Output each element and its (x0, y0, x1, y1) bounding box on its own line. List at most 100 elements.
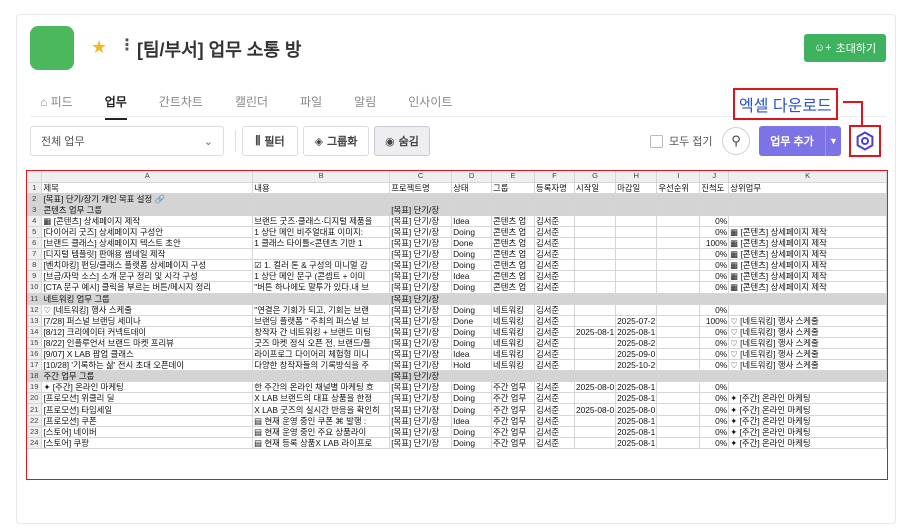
row-number[interactable]: 1 (27, 182, 43, 194)
table-cell[interactable]: Doing (451, 426, 493, 438)
table-cell[interactable] (574, 370, 617, 383)
table-cell[interactable]: 그룹 (491, 182, 535, 194)
table-cell[interactable]: 1 클래스 타이틀<콘텐츠 기반 1 (252, 237, 391, 250)
table-cell[interactable]: 굿즈 마켓 정식 오픈 전, 브랜드/플 (252, 337, 391, 350)
row-number[interactable]: 21 (27, 403, 43, 416)
column-letter[interactable]: J (699, 171, 730, 183)
table-cell[interactable]: 네트워킹 (491, 304, 535, 316)
table-cell[interactable]: [목표] 단기/장 (389, 226, 453, 239)
table-cell[interactable] (699, 193, 730, 205)
table-cell[interactable]: ♡ [네트워킹] 행사 스케줄 (728, 326, 887, 338)
table-cell[interactable]: 2025-08-2 (615, 337, 658, 350)
table-cell[interactable] (656, 226, 701, 239)
table-cell[interactable]: [목표] 단기/장 (389, 326, 453, 338)
table-cell[interactable]: 라이프로그 다이어리 체험형 미니 (252, 348, 391, 361)
table-cell[interactable]: Doing (451, 304, 493, 316)
table-cell[interactable]: 주간 업무 (491, 381, 535, 394)
table-cell[interactable]: 시작일 (574, 182, 617, 194)
table-cell[interactable]: 콘텐츠 업 (491, 259, 535, 272)
row-number[interactable]: 24 (27, 437, 43, 449)
table-cell[interactable]: 2025-07-2 (615, 315, 658, 327)
table-cell[interactable] (615, 370, 658, 383)
table-cell[interactable] (656, 304, 701, 316)
table-cell[interactable] (656, 204, 701, 216)
table-cell[interactable]: 1 상단 메인 문구 (콘셉트 + 이미 (252, 270, 391, 283)
table-cell[interactable]: 콘텐츠 업 (491, 270, 535, 283)
table-cell[interactable]: ♡ [네트워킹] 행사 스케줄 (728, 315, 887, 327)
table-cell[interactable] (656, 193, 701, 205)
table-cell[interactable]: 김서준 (534, 237, 575, 250)
table-cell[interactable]: [7/28] 퍼스널 브랜딩 세미나 (41, 315, 254, 327)
table-cell[interactable]: ▦ [콘텐츠] 상세페이지 제작 (728, 270, 887, 283)
table-cell[interactable]: 100% (699, 315, 730, 327)
table-cell[interactable]: 1 상단 메인 비주얼대표 이미지: (252, 226, 391, 239)
row-number[interactable]: 18 (27, 370, 43, 383)
table-cell[interactable]: Doing (451, 259, 493, 272)
table-cell[interactable]: 2025-08-0 (615, 403, 658, 416)
table-cell[interactable] (656, 426, 701, 438)
table-cell[interactable] (656, 370, 701, 383)
table-cell[interactable] (615, 270, 658, 283)
table-cell[interactable]: ☑ 1. 컬러 톤 & 구성의 미니멀 감 (252, 259, 391, 272)
column-letter[interactable]: F (534, 171, 575, 183)
table-cell[interactable] (252, 193, 391, 205)
table-cell[interactable]: [목표] 단기/장 (389, 359, 453, 372)
table-cell[interactable]: 주간 업무 (491, 426, 535, 438)
table-cell[interactable] (451, 204, 493, 216)
table-cell[interactable]: 2025-08-1 (615, 326, 658, 338)
table-cell[interactable]: 네트워킹 (491, 337, 535, 350)
table-cell[interactable] (615, 215, 658, 227)
table-cell[interactable]: X LAB 굿즈의 실시간 반응을 확인히 (252, 403, 391, 416)
table-cell[interactable]: [목표] 단기/장 (389, 403, 453, 416)
table-cell[interactable]: 김서준 (534, 403, 575, 416)
table-cell[interactable] (728, 381, 887, 394)
table-cell[interactable] (615, 293, 658, 305)
table-cell[interactable] (252, 293, 391, 305)
table-cell[interactable] (728, 293, 887, 305)
table-cell[interactable] (451, 293, 493, 305)
table-cell[interactable]: 0% (699, 415, 730, 427)
table-cell[interactable]: 김서준 (534, 437, 575, 449)
table-cell[interactable]: ♡ [네트워킹] 행사 스케줄 (41, 304, 254, 316)
table-cell[interactable] (656, 270, 701, 283)
table-cell[interactable]: 2025-10-2 (615, 359, 658, 372)
table-cell[interactable]: ▦ [콘텐츠] 상세페이지 제작 (728, 237, 887, 250)
table-cell[interactable]: 제목 (41, 182, 254, 194)
row-number[interactable]: 22 (27, 415, 43, 427)
table-cell[interactable]: 0% (699, 437, 730, 449)
table-cell[interactable]: Idea (451, 215, 493, 227)
table-cell[interactable]: Doing (451, 248, 493, 261)
table-cell[interactable]: 0% (699, 248, 730, 261)
table-cell[interactable]: 김서준 (534, 248, 575, 261)
column-letter[interactable]: A (41, 171, 254, 183)
table-cell[interactable]: [목표] 단기/장기 개인 목표 설정 🔗 (41, 193, 254, 205)
table-cell[interactable]: Hold (451, 359, 493, 372)
fold-all-checkbox[interactable] (650, 134, 663, 148)
table-cell[interactable] (574, 259, 617, 272)
table-cell[interactable] (491, 204, 535, 216)
table-cell[interactable]: [디지털 템플릿] 판매용 썸네일 제작 (41, 248, 254, 261)
table-cell[interactable] (656, 348, 701, 361)
table-cell[interactable] (699, 293, 730, 305)
row-number[interactable]: 3 (27, 204, 43, 216)
table-cell[interactable]: 김서준 (534, 315, 575, 327)
row-number[interactable]: 19 (27, 381, 43, 394)
table-cell[interactable]: [목표] 단기/장 (389, 381, 453, 394)
table-cell[interactable]: Doing (451, 281, 493, 294)
table-cell[interactable]: 김서준 (534, 359, 575, 372)
table-cell[interactable]: 김서준 (534, 415, 575, 427)
table-cell[interactable] (574, 281, 617, 294)
column-letter[interactable]: B (252, 171, 391, 183)
filter-button[interactable]: ⫼ 필터 (242, 126, 298, 156)
row-number[interactable]: 8 (27, 259, 43, 272)
column-letter[interactable]: E (491, 171, 535, 183)
table-cell[interactable]: [9/07] X LAB 팝업 클래스 (41, 348, 254, 361)
table-cell[interactable]: 0% (699, 392, 730, 405)
table-cell[interactable]: 주간 업무 (491, 403, 535, 416)
table-cell[interactable]: 콘텐츠 업 (491, 281, 535, 294)
table-cell[interactable]: 2025-08-0 (574, 403, 617, 416)
table-cell[interactable]: [목표] 단기/장 (389, 304, 453, 316)
table-cell[interactable] (574, 304, 617, 316)
table-cell[interactable]: ✦ [주간] 온라인 마케팅 (41, 381, 254, 394)
table-cell[interactable] (491, 370, 535, 383)
